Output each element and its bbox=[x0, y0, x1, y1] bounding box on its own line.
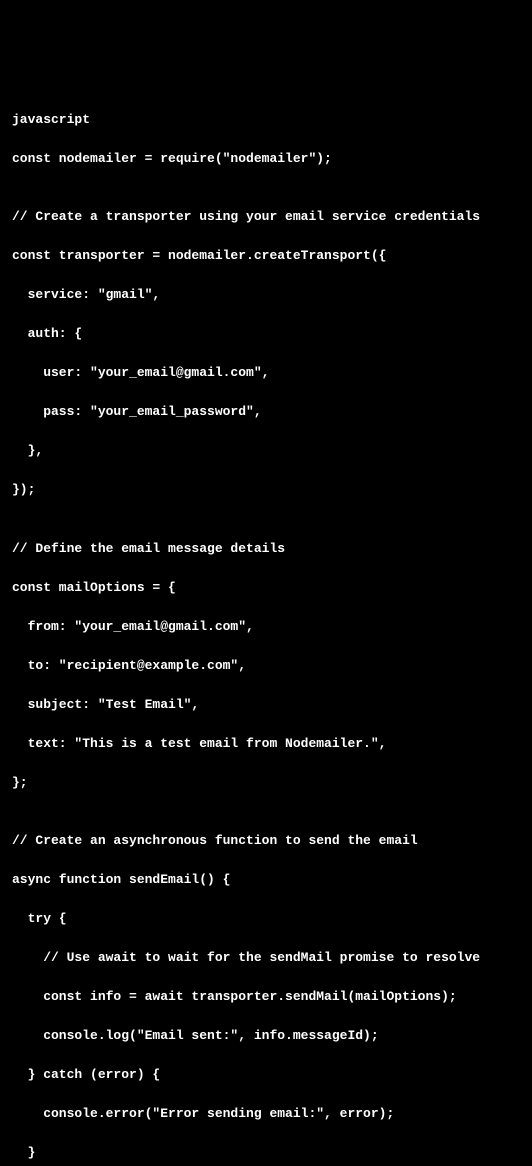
code-line: const mailOptions = { bbox=[12, 578, 520, 598]
code-line: async function sendEmail() { bbox=[12, 870, 520, 890]
code-line: }, bbox=[12, 441, 520, 461]
code-line: // Create a transporter using your email… bbox=[12, 207, 520, 227]
code-block: javascript const nodemailer = require("n… bbox=[12, 90, 520, 1166]
code-line: }); bbox=[12, 480, 520, 500]
code-line: const transporter = nodemailer.createTra… bbox=[12, 246, 520, 266]
code-line: }; bbox=[12, 773, 520, 793]
code-line: // Define the email message details bbox=[12, 539, 520, 559]
code-line: from: "your_email@gmail.com", bbox=[12, 617, 520, 637]
code-line: service: "gmail", bbox=[12, 285, 520, 305]
code-line: pass: "your_email_password", bbox=[12, 402, 520, 422]
code-line: console.error("Error sending email:", er… bbox=[12, 1104, 520, 1124]
code-line: const info = await transporter.sendMail(… bbox=[12, 987, 520, 1007]
code-line: try { bbox=[12, 909, 520, 929]
code-line: // Use await to wait for the sendMail pr… bbox=[12, 948, 520, 968]
code-line: to: "recipient@example.com", bbox=[12, 656, 520, 676]
code-line: javascript bbox=[12, 110, 520, 130]
code-line: const nodemailer = require("nodemailer")… bbox=[12, 149, 520, 169]
code-line: // Create an asynchronous function to se… bbox=[12, 831, 520, 851]
code-line: user: "your_email@gmail.com", bbox=[12, 363, 520, 383]
code-line: subject: "Test Email", bbox=[12, 695, 520, 715]
code-line: } catch (error) { bbox=[12, 1065, 520, 1085]
code-line: console.log("Email sent:", info.messageI… bbox=[12, 1026, 520, 1046]
code-line: } bbox=[12, 1143, 520, 1163]
code-line: auth: { bbox=[12, 324, 520, 344]
code-line: text: "This is a test email from Nodemai… bbox=[12, 734, 520, 754]
